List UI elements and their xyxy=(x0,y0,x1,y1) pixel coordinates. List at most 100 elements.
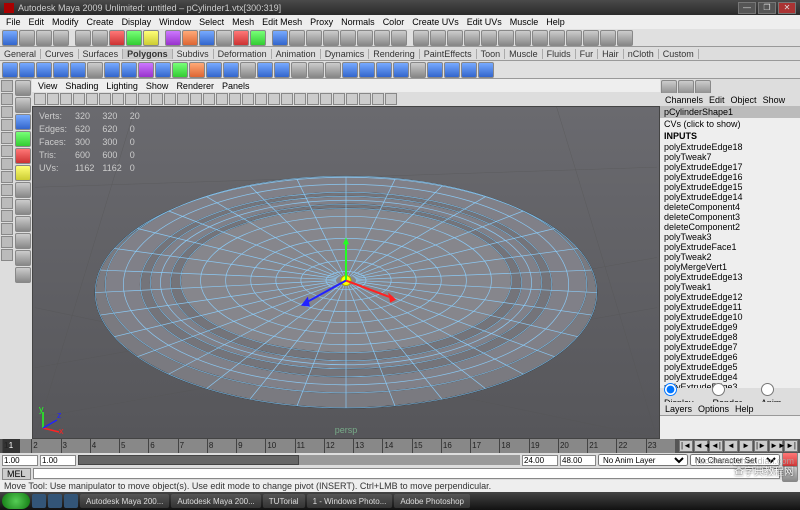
panel-tool-10[interactable] xyxy=(164,93,176,105)
panel-tool-4[interactable] xyxy=(86,93,98,105)
shelf-tab-custom[interactable]: Custom xyxy=(659,49,699,59)
command-input[interactable] xyxy=(33,468,780,479)
step-back-button[interactable]: ◄◄ xyxy=(694,440,708,452)
shelf-tab-painteffects[interactable]: PaintEffects xyxy=(420,49,477,59)
status-button-29[interactable] xyxy=(515,30,531,46)
panel-tool-15[interactable] xyxy=(229,93,241,105)
toolbox-button-8[interactable] xyxy=(15,216,31,232)
panel-tool-25[interactable] xyxy=(359,93,371,105)
goto-start-button[interactable]: |◄ xyxy=(679,440,693,452)
shelf-button-22[interactable] xyxy=(376,62,392,78)
shelf-button-13[interactable] xyxy=(223,62,239,78)
quicklaunch-icon[interactable] xyxy=(48,494,62,508)
history-item[interactable]: polyExtrudeEdge7 xyxy=(660,342,800,352)
taskbar-item[interactable]: Autodesk Maya 200... xyxy=(80,494,169,508)
status-button-26[interactable] xyxy=(464,30,480,46)
status-button-16[interactable] xyxy=(289,30,305,46)
layers-menu-help[interactable]: Help xyxy=(732,404,757,414)
shelf-tab-muscle[interactable]: Muscle xyxy=(505,49,543,59)
panel-tool-17[interactable] xyxy=(255,93,267,105)
status-button-4[interactable] xyxy=(75,30,91,46)
panel-tool-21[interactable] xyxy=(307,93,319,105)
layers-menu-layers[interactable]: Layers xyxy=(662,404,695,414)
shelf-button-5[interactable] xyxy=(87,62,103,78)
history-item[interactable]: polyTweak1 xyxy=(660,282,800,292)
shelf-tab-deformation[interactable]: Deformation xyxy=(214,49,272,59)
cb-menu-show[interactable]: Show xyxy=(760,95,789,105)
taskbar-item[interactable]: Adobe Photoshop xyxy=(394,494,470,508)
menu-edit-mesh[interactable]: Edit Mesh xyxy=(258,17,306,27)
status-button-23[interactable] xyxy=(413,30,429,46)
history-item[interactable]: polyExtrudeEdge16 xyxy=(660,172,800,182)
shelf-button-8[interactable] xyxy=(138,62,154,78)
panel-tool-9[interactable] xyxy=(151,93,163,105)
panel-tool-6[interactable] xyxy=(112,93,124,105)
anim-layer-select[interactable]: No Anim Layer xyxy=(598,454,688,466)
taskbar-item[interactable]: Autodesk Maya 200... xyxy=(171,494,260,508)
panel-tool-19[interactable] xyxy=(281,93,293,105)
layout-button-13[interactable] xyxy=(1,249,13,261)
panel-menu-renderer[interactable]: Renderer xyxy=(172,81,218,91)
toolbox-button-5[interactable] xyxy=(15,165,31,181)
shelf-button-4[interactable] xyxy=(70,62,86,78)
panel-tool-12[interactable] xyxy=(190,93,202,105)
shelf-tab-rendering[interactable]: Rendering xyxy=(369,49,420,59)
status-button-32[interactable] xyxy=(566,30,582,46)
toolbox-button-10[interactable] xyxy=(15,250,31,266)
panel-tool-13[interactable] xyxy=(203,93,215,105)
history-item[interactable]: polyExtrudeEdge17 xyxy=(660,162,800,172)
status-button-34[interactable] xyxy=(600,30,616,46)
panel-tool-14[interactable] xyxy=(216,93,228,105)
shelf-button-11[interactable] xyxy=(189,62,205,78)
toolbox-button-7[interactable] xyxy=(15,199,31,215)
minimize-button[interactable]: — xyxy=(738,2,756,14)
layout-button-2[interactable] xyxy=(1,106,13,118)
panel-tool-8[interactable] xyxy=(138,93,150,105)
layout-button-3[interactable] xyxy=(1,119,13,131)
cb-menu-object[interactable]: Object xyxy=(728,95,760,105)
status-button-33[interactable] xyxy=(583,30,599,46)
shelf-button-10[interactable] xyxy=(172,62,188,78)
status-button-35[interactable] xyxy=(617,30,633,46)
shelf-tab-curves[interactable]: Curves xyxy=(41,49,79,59)
panel-tool-24[interactable] xyxy=(346,93,358,105)
status-button-12[interactable] xyxy=(216,30,232,46)
history-item[interactable]: polyTweak2 xyxy=(660,252,800,262)
panel-tool-26[interactable] xyxy=(372,93,384,105)
layout-button-5[interactable] xyxy=(1,145,13,157)
cb-menu-channels[interactable]: Channels xyxy=(662,95,706,105)
layout-button-10[interactable] xyxy=(1,210,13,222)
history-item[interactable]: deleteComponent2 xyxy=(660,222,800,232)
status-button-31[interactable] xyxy=(549,30,565,46)
range-handle[interactable] xyxy=(78,455,299,465)
panel-menu-panels[interactable]: Panels xyxy=(218,81,254,91)
status-button-27[interactable] xyxy=(481,30,497,46)
status-button-7[interactable] xyxy=(126,30,142,46)
range-inner-start-field[interactable] xyxy=(40,455,76,466)
shelf-button-9[interactable] xyxy=(155,62,171,78)
shelf-tab-fur[interactable]: Fur xyxy=(576,49,599,59)
cb-menu-edit[interactable]: Edit xyxy=(706,95,728,105)
step-fwd-button[interactable]: ►► xyxy=(769,440,783,452)
toolbox-button-1[interactable] xyxy=(15,97,31,113)
prev-key-button[interactable]: ◄| xyxy=(709,440,723,452)
panel-tool-0[interactable] xyxy=(34,93,46,105)
range-end-field[interactable] xyxy=(560,455,596,466)
quicklaunch-icon[interactable] xyxy=(32,494,46,508)
history-item[interactable]: polyExtrudeEdge13 xyxy=(660,272,800,282)
shelf-tab-surfaces[interactable]: Surfaces xyxy=(79,49,124,59)
status-button-19[interactable] xyxy=(340,30,356,46)
shelf-button-24[interactable] xyxy=(410,62,426,78)
layout-button-12[interactable] xyxy=(1,236,13,248)
shelf-tab-general[interactable]: General xyxy=(0,49,41,59)
menu-help[interactable]: Help xyxy=(542,17,569,27)
time-slider[interactable]: 1 12345678910111213141516171819202122232… xyxy=(0,439,800,453)
status-button-1[interactable] xyxy=(19,30,35,46)
maximize-button[interactable]: ❐ xyxy=(758,2,776,14)
menu-muscle[interactable]: Muscle xyxy=(506,17,543,27)
shelf-button-23[interactable] xyxy=(393,62,409,78)
menu-window[interactable]: Window xyxy=(155,17,195,27)
layers-list[interactable] xyxy=(660,415,800,439)
toolbox-button-3[interactable] xyxy=(15,131,31,147)
layout-button-8[interactable] xyxy=(1,184,13,196)
